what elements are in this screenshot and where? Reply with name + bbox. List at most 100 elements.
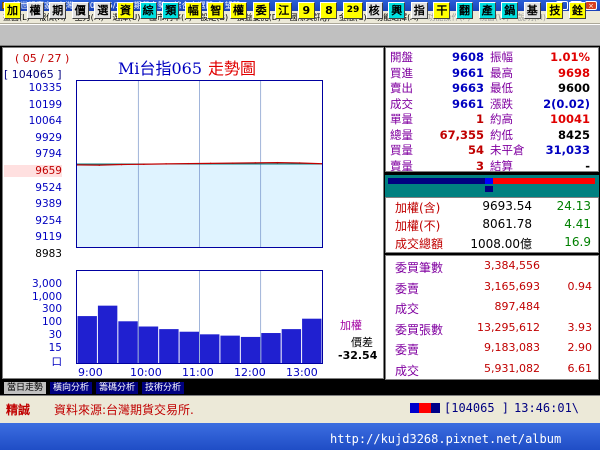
toolbar-button[interactable]: 價 [71, 2, 89, 19]
index-value: 8061.78 [482, 217, 532, 231]
quote-value: 9608 [451, 50, 484, 64]
order-value: 897,484 [494, 300, 541, 313]
toolbar-button[interactable]: 鍋 [501, 2, 519, 19]
price-point [165, 163, 167, 165]
price-point [143, 163, 145, 166]
volume-bar [118, 321, 138, 363]
price-point [321, 162, 322, 165]
toolbar-button[interactable]: 8 [320, 2, 338, 19]
chart-title-sub: 走勢圖 [208, 59, 257, 78]
volume-bar-chart[interactable] [76, 270, 323, 364]
price-tick-label: 10064 [28, 115, 62, 128]
toolbar-button[interactable]: 基 [523, 2, 541, 19]
toolbar-button[interactable]: 類 [162, 2, 180, 19]
toolbar-button[interactable]: 江 [275, 2, 293, 19]
quote-value: 2(0.02) [543, 96, 590, 111]
quote-value: 9661 [451, 96, 484, 111]
volume-tick-label: 口 [51, 356, 63, 369]
volume-tick-label: 1,000 [31, 290, 62, 303]
order-label: 成交 [395, 302, 420, 316]
toolbar-button[interactable]: 幅 [184, 2, 202, 19]
order-label: 委買筆數 [395, 261, 444, 275]
quote-label: 約低 [490, 127, 513, 142]
tab-intraday[interactable]: 當日走勢 [4, 382, 47, 394]
volume-tick-label: 100 [41, 316, 62, 329]
price-point [120, 163, 123, 166]
price-point [77, 164, 78, 166]
toolbar-button[interactable]: 干 [433, 2, 451, 19]
price-tick-label: 9524 [35, 181, 62, 194]
toolbar-button[interactable]: 智 [207, 2, 225, 19]
volume-tick-label: 15 [48, 341, 62, 354]
order-ratio: 3.93 [567, 320, 593, 334]
price-point [232, 162, 234, 164]
toolbar-button[interactable]: 選 [94, 2, 112, 19]
tab-technical-analysis[interactable]: 技術分析 [142, 382, 185, 394]
toolbar-button[interactable]: 權 [26, 2, 44, 19]
volume-tick-label: 3,000 [31, 278, 62, 290]
quote-label: 單量 [390, 112, 413, 126]
quote-value: 8425 [557, 127, 590, 142]
quote-value: 3 [475, 158, 484, 173]
toolbar-button[interactable]: 翻 [456, 2, 473, 19]
volume-bar [138, 326, 159, 363]
toolbar [0, 24, 600, 46]
quote-label: 買量 [390, 143, 413, 157]
toolbar-button[interactable]: 權 [230, 2, 247, 19]
volume-bar [159, 329, 179, 363]
toolbar-button[interactable]: 指 [410, 2, 428, 19]
order-ratio: 6.61 [567, 361, 593, 375]
price-tick-label: 10199 [28, 98, 62, 111]
toolbar-button[interactable]: 委 [252, 2, 270, 19]
toolbar-button[interactable]: 資 [117, 2, 134, 19]
toolbar-button[interactable]: 銓 [569, 2, 586, 19]
toolbar-button[interactable]: 核 [365, 2, 383, 19]
watermark-url: http://kujd3268.pixnet.net/album [330, 432, 562, 446]
close-button[interactable]: × [585, 1, 597, 10]
chart-contract-code: [ 104065 ] [4, 68, 62, 81]
toolbar-button[interactable]: 綜 [139, 2, 157, 19]
order-label: 成交 [395, 363, 420, 378]
quote-label: 開盤 [390, 50, 413, 64]
volume-bar [302, 318, 322, 363]
volume-tick-label: 300 [41, 303, 62, 316]
tab-chip-analysis[interactable]: 籌碼分析 [96, 382, 139, 394]
order-value: 9,183,083 [484, 341, 540, 354]
volume-bar [261, 333, 281, 363]
quote-label: 漲跌 [490, 96, 513, 111]
toolbar-button[interactable]: 興 [388, 2, 406, 19]
toolbar-button[interactable]: 29 [343, 2, 363, 19]
order-value: 3,384,556 [484, 259, 540, 272]
quote-value: - [585, 158, 590, 173]
price-tick-label: 9794 [35, 148, 62, 161]
toolbar-button[interactable]: 技 [546, 2, 564, 19]
quote-label: 約高 [490, 112, 513, 126]
tab-horizontal-analysis[interactable]: 橫向分析 [50, 382, 93, 394]
volume-bar [199, 334, 220, 363]
order-value: 13,295,612 [477, 320, 540, 334]
spread-label: 價差 [351, 336, 373, 349]
quote-value: 67,355 [439, 127, 484, 142]
quote-label: 成交 [390, 96, 413, 111]
toolbar-button[interactable]: 9 [297, 2, 315, 19]
price-point [98, 164, 101, 166]
status-contract-code: [104065 ] [444, 401, 510, 415]
status-vendor: 精誠 [6, 403, 31, 417]
price-tick-label: 9929 [35, 131, 62, 144]
toolbar-button[interactable]: 產 [478, 2, 496, 19]
toolbar-button[interactable]: 加 [4, 2, 21, 19]
quote-value: 10041 [549, 112, 590, 126]
quote-label: 振幅 [490, 50, 513, 64]
quote-value: 1.01% [550, 50, 590, 64]
quote-label: 賣出 [390, 81, 413, 95]
quote-label: 最低 [490, 81, 513, 95]
order-value: 5,931,082 [484, 361, 540, 375]
buy-sell-ratio-bar [385, 175, 599, 197]
chart-date: ( 05 / 27 ) [15, 52, 70, 65]
quote-label: 結算 [490, 158, 513, 173]
order-label: 委賣 [395, 343, 420, 357]
quote-value: 9698 [557, 65, 590, 80]
toolbar-button[interactable]: 期 [49, 2, 67, 19]
price-line-chart[interactable] [76, 80, 323, 248]
quote-value: 54 [467, 143, 484, 157]
